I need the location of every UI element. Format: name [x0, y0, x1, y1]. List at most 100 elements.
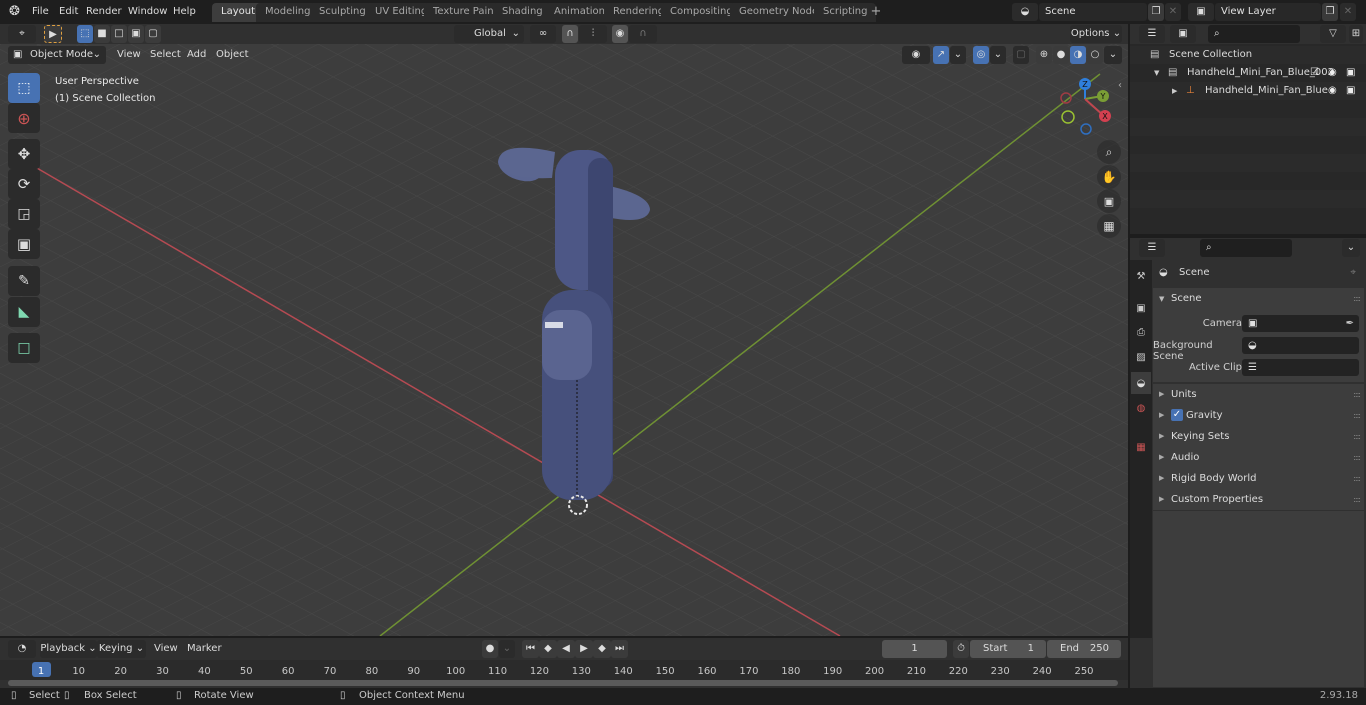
- shading-material-button[interactable]: ◑: [1070, 46, 1086, 64]
- tool-move[interactable]: ✥: [8, 139, 40, 169]
- tool-select-box[interactable]: ⬚: [8, 73, 40, 103]
- perspective-toggle-button[interactable]: ▦: [1097, 214, 1121, 238]
- tool-annotate[interactable]: ✎: [8, 266, 40, 296]
- timeline-menu-view[interactable]: View: [150, 641, 182, 657]
- jump-end-button[interactable]: ⏭: [611, 640, 628, 658]
- scene-name-field[interactable]: Scene: [1039, 3, 1147, 21]
- panel-scene-header[interactable]: ▼ Scene ::::: [1153, 288, 1364, 310]
- snap-toggle[interactable]: ∩: [562, 25, 578, 43]
- new-collection-button[interactable]: ⊞: [1349, 25, 1363, 43]
- transform-orientation-dropdown[interactable]: Global ⌄: [454, 25, 524, 43]
- eye-icon[interactable]: ◉: [1328, 64, 1337, 82]
- outliner-editor-type[interactable]: ☰: [1139, 25, 1165, 43]
- view-layer-name-field[interactable]: View Layer: [1215, 3, 1321, 21]
- shading-rendered-button[interactable]: ○: [1087, 46, 1103, 64]
- gravity-checkbox[interactable]: ✓: [1171, 409, 1183, 421]
- menu-view[interactable]: View: [113, 47, 145, 63]
- timeline-editor-type[interactable]: ◔: [8, 640, 36, 658]
- expand-arrow-icon[interactable]: ▼: [1154, 64, 1159, 82]
- falloff-dropdown[interactable]: ∩: [629, 25, 657, 43]
- delete-view-layer-button[interactable]: ✕: [1340, 3, 1356, 21]
- next-keyframe-button[interactable]: ◆: [593, 640, 611, 658]
- select-intersect-mode-button[interactable]: ▢: [145, 25, 161, 43]
- shading-solid-button[interactable]: ●: [1053, 46, 1069, 64]
- jump-start-button[interactable]: ⏮: [522, 640, 539, 658]
- pin-icon[interactable]: ⌖: [1350, 262, 1356, 284]
- drag-handle-icon[interactable]: ::::: [1353, 405, 1361, 426]
- overlays-dropdown[interactable]: ⌄: [990, 46, 1006, 64]
- view-layer-type-dropdown[interactable]: ▣: [1188, 3, 1214, 21]
- preview-range-toggle[interactable]: ⏱: [953, 640, 969, 658]
- tab-sculpting[interactable]: Sculpting: [310, 3, 375, 22]
- visibility-dropdown[interactable]: ◉: [902, 46, 930, 64]
- panel-gravity[interactable]: ▶ ✓ Gravity::::: [1153, 405, 1364, 426]
- end-frame-field[interactable]: End 250: [1047, 640, 1121, 658]
- gizmo-dropdown[interactable]: ⌄: [950, 46, 966, 64]
- tab-scripting[interactable]: Scripting: [814, 3, 877, 22]
- tab-output[interactable]: ⎙: [1131, 321, 1151, 343]
- play-reverse-button[interactable]: ◀: [557, 640, 575, 658]
- xray-toggle[interactable]: ▢: [1013, 46, 1029, 64]
- outliner-row-collection[interactable]: ▼ ▤ Handheld_Mini_Fan_Blue_002 ☑ ◉ ▣: [1130, 64, 1366, 82]
- tool-rotate[interactable]: ⟳: [8, 169, 40, 199]
- eye-icon[interactable]: ◉: [1328, 82, 1337, 100]
- drag-handle-icon[interactable]: ::::: [1353, 426, 1361, 447]
- timeline-scrollbar[interactable]: [8, 680, 1118, 686]
- panel-rigid-body-world[interactable]: ▶ Rigid Body World::::: [1153, 468, 1364, 489]
- tool-measure[interactable]: ◣: [8, 297, 40, 327]
- select-invert-mode-button[interactable]: ▣: [128, 25, 144, 43]
- panel-custom-properties[interactable]: ▶ Custom Properties::::: [1153, 489, 1364, 510]
- navigation-gizmo[interactable]: Z Y X: [1055, 74, 1120, 139]
- menu-object[interactable]: Object: [212, 47, 253, 63]
- panel-audio[interactable]: ▶ Audio::::: [1153, 447, 1364, 468]
- pan-view-button[interactable]: ✋: [1097, 165, 1121, 189]
- 3d-viewport[interactable]: [0, 24, 1128, 636]
- camera-render-icon[interactable]: ▣: [1346, 64, 1355, 82]
- pivot-point-dropdown[interactable]: ∞: [530, 25, 556, 43]
- panel-keying-sets[interactable]: ▶ Keying Sets::::: [1153, 426, 1364, 447]
- add-workspace-button[interactable]: +: [869, 4, 883, 20]
- drag-handle-icon[interactable]: ::::: [1353, 489, 1361, 510]
- outliner-search-input[interactable]: ⌕: [1208, 25, 1300, 43]
- overlays-toggle[interactable]: ◎: [973, 46, 989, 64]
- properties-search-input[interactable]: ⌕: [1200, 239, 1292, 257]
- sidebar-toggle-icon[interactable]: ‹: [1118, 80, 1122, 91]
- new-scene-button[interactable]: ❐: [1148, 3, 1164, 21]
- tab-texture[interactable]: ▦: [1131, 436, 1151, 458]
- proportional-edit-toggle[interactable]: ◉: [612, 25, 628, 43]
- menu-select[interactable]: Select: [146, 47, 185, 63]
- select-extend-mode-button[interactable]: ■: [94, 25, 110, 43]
- outliner-row-object[interactable]: ▶ ⊥ Handheld_Mini_Fan_Blue ◉ ▣: [1130, 82, 1366, 100]
- drag-handle-icon[interactable]: ::::: [1353, 288, 1361, 310]
- drag-handle-icon[interactable]: ::::: [1353, 447, 1361, 468]
- outliner-row-scene-collection[interactable]: ▤ Scene Collection: [1130, 46, 1366, 64]
- prev-keyframe-button[interactable]: ◆: [539, 640, 557, 658]
- shading-wireframe-button[interactable]: ⊕: [1036, 46, 1052, 64]
- properties-editor-type[interactable]: ☰: [1139, 239, 1165, 257]
- tool-add-cube[interactable]: □: [8, 333, 40, 363]
- tool-transform[interactable]: ▣: [8, 229, 40, 259]
- properties-options-dropdown[interactable]: ⌄: [1342, 239, 1360, 257]
- playback-dropdown[interactable]: Playback ⌄: [40, 640, 97, 658]
- shading-dropdown[interactable]: ⌄: [1104, 46, 1122, 64]
- menu-edit[interactable]: Edit: [55, 4, 82, 20]
- select-subtract-mode-button[interactable]: □: [111, 25, 127, 43]
- tab-world[interactable]: ◍: [1131, 397, 1151, 419]
- menu-window[interactable]: Window: [124, 4, 171, 20]
- gizmo-toggle[interactable]: ↗: [933, 46, 949, 64]
- editor-type-dropdown[interactable]: ⌖: [8, 25, 36, 43]
- delete-scene-button[interactable]: ✕: [1165, 3, 1181, 21]
- new-view-layer-button[interactable]: ❐: [1322, 3, 1338, 21]
- handheld-fan-object[interactable]: [480, 140, 680, 520]
- tab-view-layer[interactable]: ▨: [1131, 346, 1151, 368]
- select-new-mode-button[interactable]: ⬚: [77, 25, 93, 43]
- active-clip-field[interactable]: ☰: [1242, 359, 1359, 376]
- tool-cursor[interactable]: ⊕: [8, 103, 40, 133]
- panel-units[interactable]: ▶ Units::::: [1153, 384, 1364, 405]
- menu-add[interactable]: Add: [183, 47, 210, 63]
- auto-keying-toggle[interactable]: ●: [482, 640, 498, 658]
- display-mode-dropdown[interactable]: ▣: [1170, 25, 1196, 43]
- zoom-view-button[interactable]: ⌕: [1097, 140, 1121, 164]
- scene-type-dropdown[interactable]: ◒: [1012, 3, 1038, 21]
- camera-view-button[interactable]: ▣: [1097, 189, 1121, 213]
